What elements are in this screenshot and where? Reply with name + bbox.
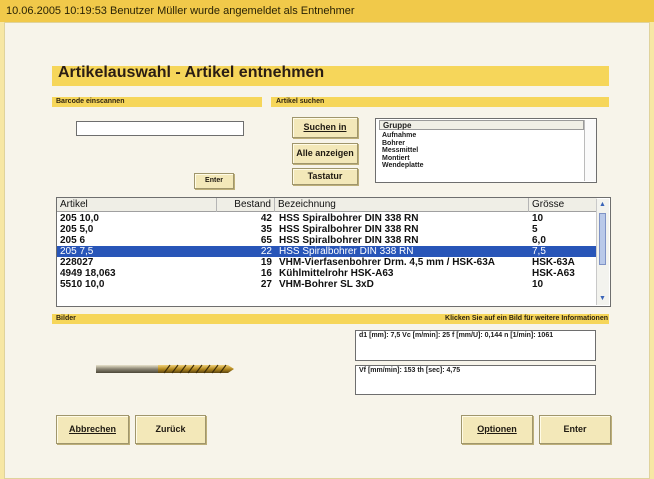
group-item[interactable]: Aufnahme	[382, 132, 424, 140]
cell-groesse: HSK-A63	[532, 268, 575, 279]
cell-bestand: 65	[260, 235, 272, 246]
table-row[interactable]: 5510 10,0 27 VHM-Bohrer SL 3xD 10	[57, 279, 597, 290]
cutting-data-box: d1 [mm]: 7,5 Vc [m/min]: 25 f [mm/U]: 0,…	[355, 330, 596, 361]
cell-bestand: 22	[260, 246, 272, 257]
search-section-label: Artikel suchen	[276, 98, 325, 105]
table-scrollbar[interactable]: ▲ ▼	[596, 199, 609, 305]
cell-bezeichnung: Kühlmittelrohr HSK-A63	[279, 268, 394, 279]
table-row[interactable]: 205 10,0 42 HSS Spiralbohrer DIN 338 RN 10	[57, 213, 597, 224]
group-scrollbar[interactable]	[584, 120, 596, 181]
cell-artikel: 4949 18,063	[60, 268, 116, 279]
cell-bestand: 35	[260, 224, 272, 235]
article-table[interactable]: Artikel Bestand Bezeichnung Grösse 205 1…	[56, 197, 611, 307]
feed-data-box: Vf [mm/min]: 153 th [sec]: 4,75	[355, 365, 596, 395]
cell-groesse: HSK-63A	[532, 257, 575, 268]
show-all-button[interactable]: Alle anzeigen	[292, 143, 358, 164]
cell-bezeichnung: VHM-Vierfasenbohrer Drm. 4,5 mm / HSK-63…	[279, 257, 495, 268]
group-item[interactable]: Montiert	[382, 155, 424, 163]
barcode-section-label: Barcode einscannen	[56, 98, 125, 105]
scroll-thumb[interactable]	[599, 213, 606, 265]
table-row[interactable]: 4949 18,063 16 Kühlmittelrohr HSK-A63 HSK-A…	[57, 268, 597, 279]
cell-bestand: 19	[260, 257, 272, 268]
barcode-enter-button[interactable]: Enter	[194, 173, 234, 189]
group-header: Gruppe	[379, 120, 584, 130]
cell-bezeichnung: HSS Spiralbohrer DIN 338 RN	[279, 213, 419, 224]
column-header-bezeichnung[interactable]: Bezeichnung	[275, 198, 529, 212]
barcode-input[interactable]	[76, 121, 244, 136]
cell-artikel: 228027	[60, 257, 94, 268]
back-button[interactable]: Zurück	[135, 415, 206, 444]
column-header-artikel[interactable]: Artikel	[57, 198, 217, 212]
images-hint: Klicken Sie auf ein Bild für weitere Inf…	[445, 315, 608, 322]
cell-groesse: 10	[532, 279, 544, 290]
cutting-data-text: d1 [mm]: 7,5 Vc [m/min]: 25 f [mm/U]: 0,…	[359, 332, 554, 339]
cell-bestand: 16	[260, 268, 272, 279]
column-header-bestand[interactable]: Bestand	[217, 198, 275, 212]
cell-bezeichnung: HSS Spiralbohrer DIN 338 RN	[279, 246, 414, 257]
group-listbox[interactable]: Gruppe Aufnahme Bohrer Messmittel Montie…	[375, 118, 597, 183]
table-row[interactable]: 205 5,0 35 HSS Spiralbohrer DIN 338 RN 5	[57, 224, 597, 235]
cell-bestand: 27	[260, 279, 272, 290]
cell-artikel: 205 7,5	[60, 246, 94, 257]
column-header-groesse[interactable]: Grösse	[529, 198, 597, 212]
feed-data-text: Vf [mm/min]: 153 th [sec]: 4,75	[359, 367, 461, 374]
cell-bezeichnung: HSS Spiralbohrer DIN 338 RN	[279, 224, 419, 235]
cell-groesse: 10	[532, 213, 544, 224]
group-item[interactable]: Messmittel	[382, 147, 424, 155]
scroll-up-icon[interactable]: ▲	[599, 201, 606, 209]
table-row[interactable]: 228027 19 VHM-Vierfasenbohrer Drm. 4,5 mm …	[57, 257, 597, 268]
group-item[interactable]: Bohrer	[382, 140, 424, 148]
cell-groesse: 7,5	[532, 246, 546, 257]
enter-button[interactable]: Enter	[539, 415, 611, 444]
scroll-down-icon[interactable]: ▼	[599, 295, 606, 303]
drill-image[interactable]	[94, 356, 236, 382]
page-title: Artikelauswahl - Artikel entnehmen	[58, 64, 325, 81]
search-in-button[interactable]: Suchen in	[292, 117, 358, 138]
cell-artikel: 205 5,0	[60, 224, 94, 235]
cell-groesse: 6,0	[532, 235, 546, 246]
cell-artikel: 5510 10,0	[60, 279, 105, 290]
status-bar: 10.06.2005 10:19:53 Benutzer Müller wurd…	[0, 0, 654, 22]
table-row[interactable]: 205 7,5 22 HSS Spiralbohrer DIN 338 RN 7,5	[57, 246, 597, 257]
images-section-label: Bilder	[56, 315, 76, 322]
group-item[interactable]: Wendeplatte	[382, 162, 424, 170]
cell-artikel: 205 6	[60, 235, 86, 246]
cell-groesse: 5	[532, 224, 538, 235]
cell-bestand: 42	[260, 213, 272, 224]
options-button[interactable]: Optionen	[461, 415, 533, 444]
cell-bezeichnung: HSS Spiralbohrer DIN 338 RN	[279, 235, 419, 246]
cell-artikel: 205 10,0	[60, 213, 99, 224]
keyboard-button[interactable]: Tastatur	[292, 168, 358, 185]
cancel-button[interactable]: Abbrechen	[56, 415, 129, 444]
cell-bezeichnung: VHM-Bohrer SL 3xD	[279, 279, 374, 290]
table-header: Artikel Bestand Bezeichnung Grösse	[57, 198, 597, 212]
table-row[interactable]: 205 6 65 HSS Spiralbohrer DIN 338 RN 6,0	[57, 235, 597, 246]
group-list: Aufnahme Bohrer Messmittel Montiert Wend…	[382, 132, 424, 170]
